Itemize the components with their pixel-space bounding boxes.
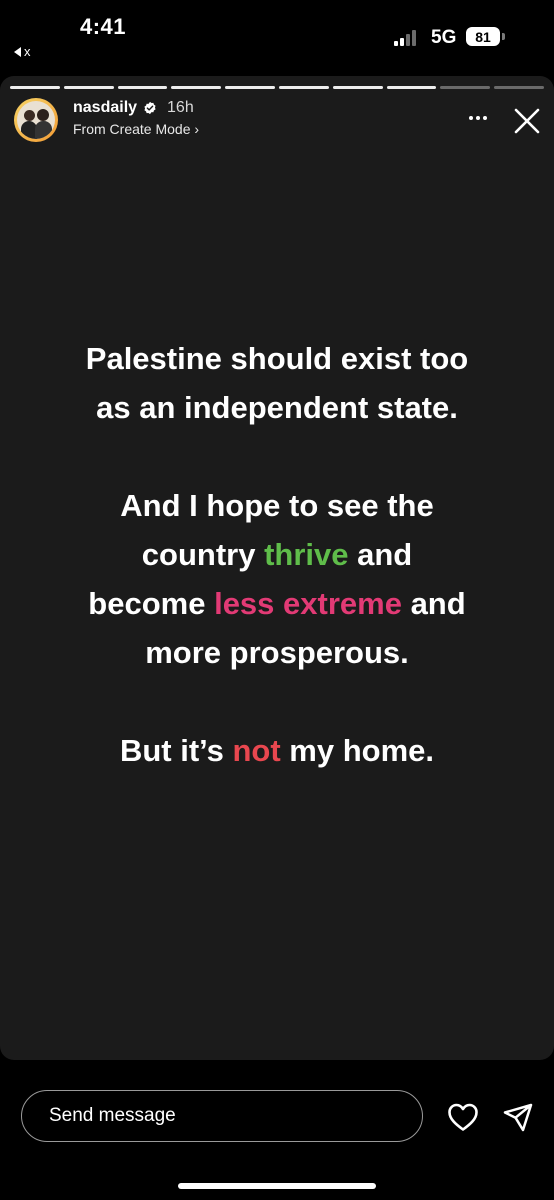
battery-nub bbox=[502, 33, 505, 40]
story-paragraph-2: And I hope to see the country thrive and… bbox=[0, 481, 554, 677]
progress-segment bbox=[386, 86, 437, 89]
username[interactable]: nasdaily bbox=[73, 99, 137, 117]
battery-indicator: 81 bbox=[466, 27, 500, 46]
home-indicator[interactable] bbox=[178, 1183, 376, 1189]
send-message-placeholder: Send message bbox=[49, 1105, 176, 1126]
close-icon[interactable] bbox=[512, 106, 542, 136]
back-triangle-icon bbox=[14, 46, 21, 57]
text-segment: But it’s bbox=[119, 733, 233, 768]
progress-segment bbox=[171, 86, 222, 89]
share-icon[interactable] bbox=[502, 1101, 534, 1133]
story-progress-bar bbox=[10, 86, 544, 89]
username-row[interactable]: nasdaily 16h bbox=[73, 99, 194, 117]
verified-icon bbox=[144, 101, 156, 115]
send-message-input[interactable]: Send message bbox=[21, 1090, 423, 1142]
progress-segment bbox=[332, 86, 383, 89]
back-to-app[interactable]: x bbox=[14, 44, 31, 59]
progress-segment bbox=[278, 86, 329, 89]
more-icon[interactable] bbox=[466, 106, 490, 130]
avatar-image bbox=[17, 101, 55, 139]
avatar[interactable] bbox=[14, 98, 58, 142]
progress-segment bbox=[10, 86, 60, 89]
highlight-less-extreme: less extreme bbox=[214, 586, 402, 621]
back-label: x bbox=[24, 44, 31, 59]
text-segment: my home. bbox=[280, 733, 435, 768]
highlight-not: not bbox=[232, 733, 281, 768]
progress-segment bbox=[440, 86, 491, 89]
heart-icon[interactable] bbox=[446, 1101, 480, 1133]
progress-segment bbox=[63, 86, 114, 89]
signal-icon bbox=[394, 30, 416, 46]
highlight-thrive: thrive bbox=[264, 537, 349, 572]
story-text: Palestine should exist too as an indepen… bbox=[0, 334, 554, 824]
create-mode-link[interactable]: From Create Mode › bbox=[73, 121, 199, 137]
story-age: 16h bbox=[167, 99, 194, 116]
progress-segment bbox=[494, 86, 544, 89]
progress-segment bbox=[225, 86, 275, 89]
network-type: 5G bbox=[431, 27, 457, 48]
status-time: 4:41 bbox=[80, 14, 127, 39]
story-paragraph-1: Palestine should exist too as an indepen… bbox=[85, 341, 469, 425]
story-paragraph-3: But it’s not my home. bbox=[0, 726, 554, 775]
progress-segment bbox=[117, 86, 168, 89]
